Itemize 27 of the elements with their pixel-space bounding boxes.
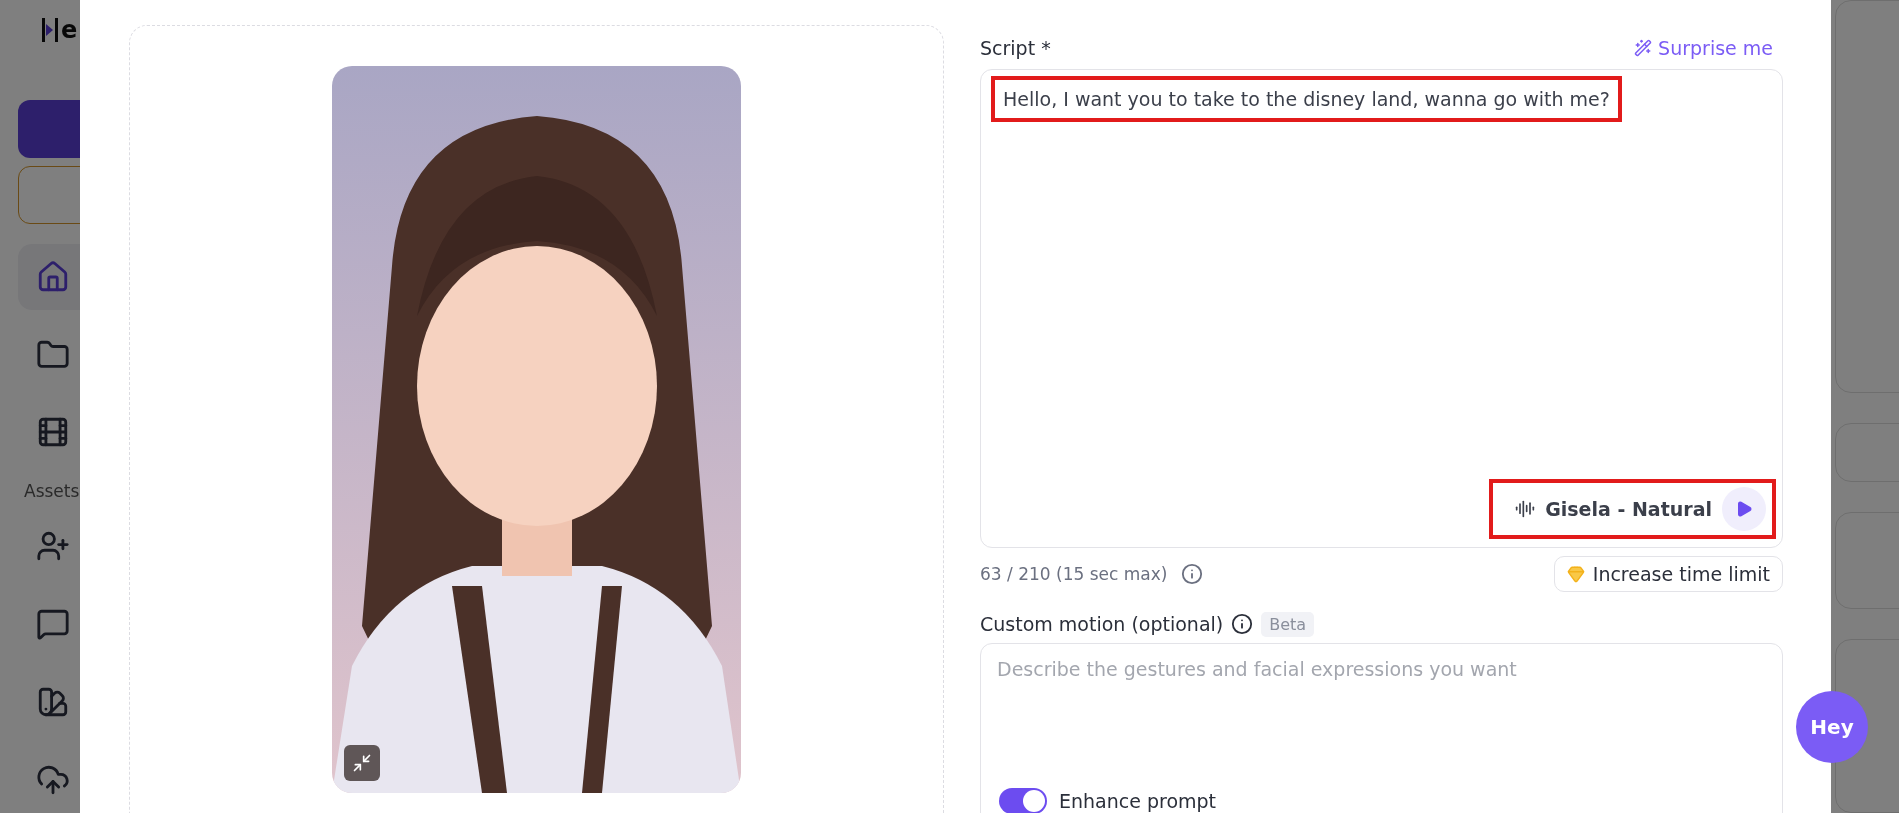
logo: e (61, 15, 78, 44)
upload-icon (36, 763, 70, 797)
play-icon (1735, 499, 1753, 518)
collapse-button[interactable] (344, 745, 380, 781)
script-label: Script * (980, 36, 1051, 59)
logo-icon (42, 17, 59, 42)
gem-icon (1566, 564, 1585, 583)
motion-field[interactable]: Describe the gestures and facial expressions you want Enhance prompt (980, 642, 1783, 813)
voice-selector[interactable]: Gisela - Natural (1489, 478, 1776, 539)
section-label: Assets (23, 481, 81, 502)
magic-wand-icon (1634, 38, 1653, 57)
voice-name: Gisela - Natural (1545, 497, 1712, 520)
home-icon (36, 259, 70, 294)
play-button[interactable] (1722, 486, 1766, 531)
beta-badge: Beta (1261, 611, 1315, 637)
script-field[interactable]: Hello, I want you to take to the disney land, wanna go with me? Gisela - Natural (980, 68, 1783, 548)
enhance-toggle[interactable] (999, 788, 1047, 813)
character-counter: 63 / 210 (15 sec max) (980, 563, 1168, 584)
info-icon[interactable] (1231, 613, 1254, 636)
minimize-icon (352, 753, 372, 773)
help-chat-button[interactable]: Hey (1796, 691, 1868, 763)
motion-label: Custom motion (optional) (980, 613, 1224, 636)
surprise-me-link[interactable]: Surprise me (1634, 36, 1773, 59)
script-text: Hello, I want you to take to the disney land, wanna go with me? (991, 75, 1622, 122)
sound-wave-icon (1515, 498, 1536, 519)
increase-time-limit-button[interactable]: Increase time limit (1553, 555, 1783, 592)
enhance-label: Enhance prompt (1059, 790, 1217, 812)
